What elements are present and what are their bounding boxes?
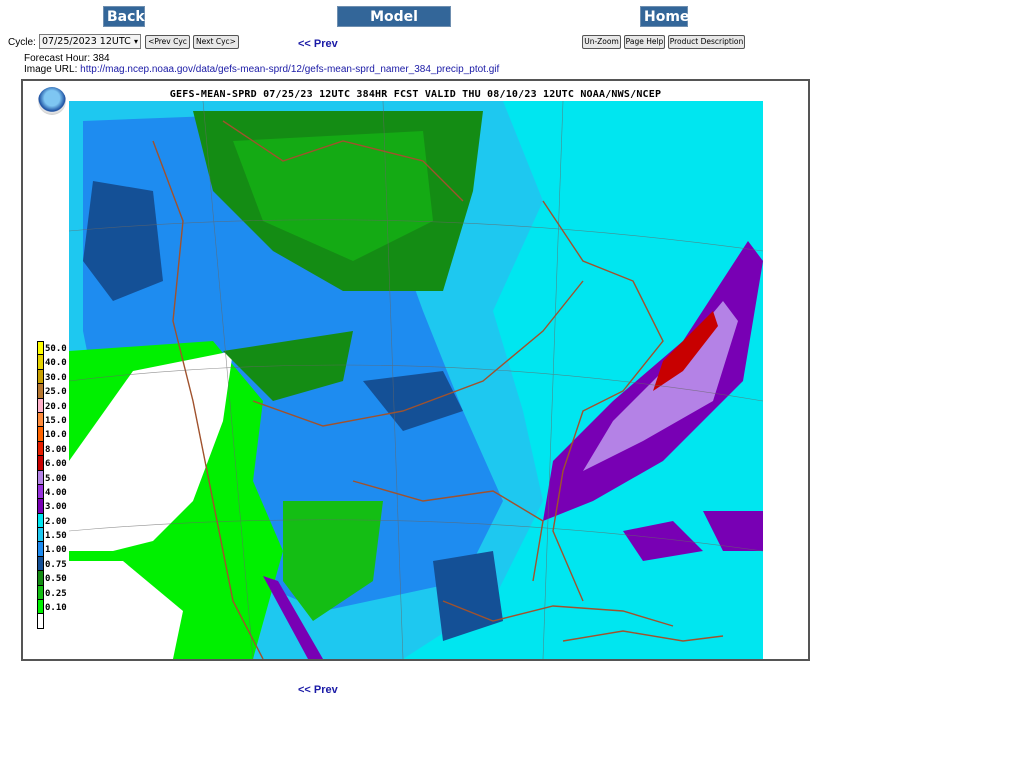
cycle-select-value: 07/25/2023 12UTC [42,36,131,47]
legend-row: 0.10 [37,600,71,615]
legend-row: 0.25 [37,585,71,601]
image-url-link[interactable]: http://mag.ncep.noaa.gov/data/gefs-mean-… [80,64,499,75]
map-graphic [68,100,764,659]
legend-label: 40.0 [45,358,67,369]
legend-swatch [37,384,44,399]
next-cycle-button[interactable]: Next Cyc> [193,35,239,49]
prev-cycle-button[interactable]: <Prev Cyc [145,35,190,49]
prev-link-top[interactable]: << Prev [298,38,338,50]
legend-swatch [37,600,44,615]
forecast-map-image[interactable]: GEFS-MEAN-SPRD 07/25/23 12UTC 384HR FCST… [21,79,810,661]
home-button[interactable]: Home [640,6,689,27]
legend-label: 0.25 [45,588,67,599]
legend-row: 1.50 [37,528,71,543]
legend-row: 15.0 [37,412,71,428]
legend-label: 8.00 [45,444,67,455]
image-url-line: Image URL: http://mag.ncep.noaa.gov/data… [24,64,499,75]
legend-label: 5.00 [45,473,67,484]
unzoom-button[interactable]: Un-Zoom [582,35,621,49]
legend-row: 40.0 [37,355,71,370]
legend-label: 3.00 [45,502,67,513]
legend-swatch [37,571,44,586]
legend-row: 30.0 [37,369,71,385]
legend-swatch [37,499,44,514]
legend-row: 6.00 [37,456,71,471]
legend-label: 1.00 [45,545,67,556]
legend-label: 0.75 [45,559,67,570]
legend-label: 2.00 [45,516,67,527]
back-button[interactable]: Back [103,6,145,27]
page-help-button[interactable]: Page Help [624,35,665,49]
legend-label: 10.0 [45,430,67,441]
legend-swatch [37,614,44,629]
legend-row: 25.0 [37,384,71,399]
cycle-label: Cycle: [8,37,36,48]
legend-row: 8.00 [37,441,71,457]
legend-label: 0.50 [45,574,67,585]
legend-row: 10.0 [37,427,71,442]
legend-swatch [37,542,44,557]
image-url-label: Image URL: [24,64,78,75]
legend-swatch [37,441,44,457]
chevron-down-icon: ▾ [133,37,138,46]
legend-swatch [37,585,44,601]
legend-swatch [37,456,44,471]
legend-label: 20.0 [45,401,67,412]
legend-swatch [37,470,44,485]
legend-row: 5.00 [37,470,71,485]
legend-label: 1.50 [45,531,67,542]
legend-row: 3.00 [37,499,71,514]
legend-label: 25.0 [45,387,67,398]
product-description-button[interactable]: Product Description [668,35,745,49]
legend-label: 50.0 [45,344,67,354]
legend-swatch [37,398,44,413]
legend-row: 2.00 [37,513,71,529]
legend-row: 50.0 [37,341,71,356]
legend-label: 30.0 [45,372,67,383]
legend-swatch [37,341,44,356]
legend-swatch [37,513,44,529]
legend-row: 20.0 [37,398,71,413]
legend-swatch [37,484,44,500]
legend-swatch [37,427,44,442]
prev-link-bottom[interactable]: << Prev [298,684,338,696]
model-guidance-button[interactable]: Model Guidance [337,6,451,46]
forecast-hour-text: Forecast Hour: 384 [24,53,110,64]
legend-label: 4.00 [45,487,67,498]
legend-swatch [37,528,44,543]
legend-row: 0.50 [37,571,71,586]
map-title: GEFS-MEAN-SPRD 07/25/23 12UTC 384HR FCST… [169,89,662,100]
precip-legend: 50.0 40.0 30.0 25.0 20.0 15.0 10.0 8.00 6.00 5.00… [37,341,71,629]
legend-row: 1.00 [37,542,71,557]
legend-swatch [37,556,44,572]
legend-row [37,614,71,629]
cycle-select[interactable]: 07/25/2023 12UTC ▾ [39,34,141,49]
legend-swatch [37,412,44,428]
legend-row: 0.75 [37,556,71,572]
legend-row: 4.00 [37,484,71,500]
legend-swatch [37,369,44,385]
legend-label: 0.10 [45,603,67,614]
legend-label: 6.00 [45,459,67,470]
legend-label: 15.0 [45,415,67,426]
legend-swatch [37,355,44,370]
